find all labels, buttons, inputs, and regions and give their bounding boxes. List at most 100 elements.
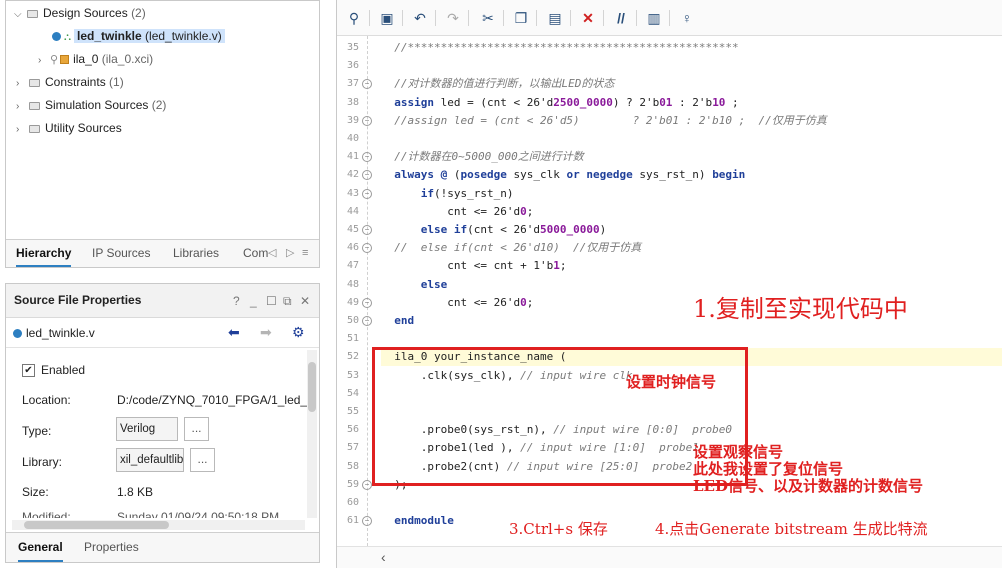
tab-compile-order[interactable]: Com xyxy=(243,240,268,267)
folder-icon xyxy=(27,10,38,18)
paste-icon[interactable]: ▤ xyxy=(545,8,565,28)
tab-properties[interactable]: Properties xyxy=(84,533,139,562)
minimize-icon[interactable]: _ xyxy=(250,294,257,308)
tree-item-constraints[interactable]: › Constraints (1) xyxy=(16,71,124,93)
scroll-left-icon[interactable]: ‹ xyxy=(381,549,386,565)
fold-toggle-icon[interactable]: − xyxy=(362,79,372,90)
code-line[interactable] xyxy=(381,330,1002,348)
tree-item-label: led_twinkle xyxy=(77,29,142,43)
file-name: led_twinkle.v xyxy=(26,326,95,340)
tree-item-label: Constraints xyxy=(45,75,106,89)
tab-scroll-left-icon[interactable]: ◁ xyxy=(268,240,276,267)
horizontal-scrollbar[interactable] xyxy=(12,520,305,530)
top-module-icon: ⛬ xyxy=(64,32,71,43)
copy-icon[interactable]: ❐ xyxy=(511,8,531,28)
code-line[interactable] xyxy=(381,130,1002,148)
fold-toggle-icon[interactable]: − xyxy=(362,225,372,235)
settings-gear-icon[interactable]: ⚙ xyxy=(292,324,305,341)
toggle-comment-icon[interactable]: // xyxy=(611,8,631,28)
type-more-button[interactable]: ... xyxy=(184,417,209,441)
line-number: 35 xyxy=(346,42,359,53)
library-select[interactable]: xil_defaultlib xyxy=(116,448,184,472)
tree-item-utility-sources[interactable]: › Utility Sources xyxy=(16,117,122,139)
tab-hierarchy[interactable]: Hierarchy xyxy=(16,240,72,267)
fold-toggle-icon[interactable]: − xyxy=(362,188,372,199)
code-line[interactable]: else if(cnt < 26'd5000_0000) xyxy=(381,221,1002,239)
fold-toggle-icon[interactable]: − xyxy=(362,115,372,126)
tab-ip-sources[interactable]: IP Sources xyxy=(92,240,150,267)
fold-toggle-icon[interactable]: − xyxy=(362,152,372,163)
columns-icon[interactable]: ▥ xyxy=(644,8,664,28)
help-icon[interactable]: ? xyxy=(233,294,240,308)
tab-menu-icon[interactable]: ≡ xyxy=(302,240,308,267)
vertical-scrollbar[interactable] xyxy=(307,350,317,518)
tree-item-led-twinkle[interactable]: ⛬ led_twinkle (led_twinkle.v) xyxy=(52,25,225,47)
enabled-checkbox[interactable]: ✔ xyxy=(22,364,35,377)
code-line[interactable]: assign led = (cnt < 26'd2500_0000) ? 2'b… xyxy=(381,94,1002,112)
chevron-right-icon[interactable]: › xyxy=(16,119,26,141)
line-number: 51 xyxy=(346,333,359,345)
cut-icon[interactable]: ✂ xyxy=(478,8,498,28)
maximize-icon[interactable]: ☐ xyxy=(266,294,277,308)
code-line[interactable] xyxy=(381,494,1002,512)
chevron-down-icon[interactable]: ⌵ xyxy=(14,4,24,26)
undo-icon[interactable]: ↶ xyxy=(410,8,430,28)
line-number: 56 xyxy=(346,424,359,436)
code-line[interactable]: end xyxy=(381,312,1002,330)
scroll-thumb[interactable] xyxy=(24,521,169,529)
code-line[interactable]: // else if(cnt < 26'd10) //仅用于仿真 xyxy=(381,239,1002,257)
line-number: 39 xyxy=(346,114,359,126)
code-line[interactable]: else xyxy=(381,276,1002,294)
tree-item-design-sources[interactable]: ⌵ Design Sources (2) xyxy=(14,2,146,24)
code-line[interactable]: cnt <= cnt + 1'b1; xyxy=(381,257,1002,275)
tree-item-ila-0[interactable]: › ⚲ ila_0 (ila_0.xci) xyxy=(38,48,153,70)
forward-arrow-icon[interactable]: ➡ xyxy=(260,324,272,341)
chevron-right-icon[interactable]: › xyxy=(16,96,26,118)
fold-toggle-icon[interactable]: − xyxy=(362,316,372,326)
library-more-button[interactable]: ... xyxy=(190,448,215,472)
back-arrow-icon[interactable]: ⬅ xyxy=(228,324,240,341)
editor-horizontal-scrollbar[interactable]: ‹ xyxy=(337,546,1002,568)
properties-tab-bar: General Properties xyxy=(6,532,319,562)
line-number: 53 xyxy=(346,369,359,381)
fold-toggle-icon[interactable]: − xyxy=(362,297,372,308)
tab-scroll-right-icon[interactable]: ▷ xyxy=(286,240,294,267)
float-icon[interactable]: ⧉ xyxy=(283,294,292,309)
annotation-copy: 1.复制至实现代码中 xyxy=(693,295,908,323)
code-line[interactable]: //assign led = (cnt < 26'd5) ? 2'b01 : 2… xyxy=(381,112,1002,130)
close-icon[interactable]: ✕ xyxy=(300,294,310,308)
enabled-label: Enabled xyxy=(41,363,86,377)
code-line[interactable]: //对计数器的值进行判断，以输出LED的状态 xyxy=(381,75,1002,93)
code-line[interactable]: if(!sys_rst_n) xyxy=(381,185,1002,203)
type-select[interactable]: Verilog xyxy=(116,417,178,441)
save-icon[interactable]: ▣ xyxy=(377,8,397,28)
code-line-text: // else if(cnt < 26'd10) //仅用于仿真 xyxy=(394,241,642,255)
code-line-text: endmodule xyxy=(394,514,454,528)
code-line-text: //计数器在0~5000_000之间进行计数 xyxy=(394,150,584,164)
redo-icon[interactable]: ↷ xyxy=(443,8,463,28)
tab-libraries[interactable]: Libraries xyxy=(173,240,219,267)
code-line-text: cnt <= 26'd0; xyxy=(381,295,534,309)
code-line[interactable]: //计数器在0~5000_000之间进行计数 xyxy=(381,148,1002,166)
code-line-text: cnt <= 26'd0; xyxy=(381,204,534,218)
code-line[interactable]: //**************************************… xyxy=(381,39,1002,57)
fold-toggle-icon[interactable]: − xyxy=(362,170,372,181)
chevron-right-icon[interactable]: › xyxy=(38,50,48,72)
search-icon[interactable]: ⚲ xyxy=(344,8,364,28)
code-line[interactable]: cnt <= 26'd0; xyxy=(381,203,1002,221)
code-line[interactable]: cnt <= 26'd0; xyxy=(381,294,1002,312)
code-line[interactable]: always @ (posedge sys_clk or negedge sys… xyxy=(381,166,1002,184)
fold-toggle-icon[interactable]: − xyxy=(362,516,372,527)
tab-general[interactable]: General xyxy=(18,533,63,562)
lightbulb-icon[interactable]: ♀ xyxy=(677,8,697,28)
delete-icon[interactable]: ✕ xyxy=(578,8,598,28)
properties-header: Source File Properties ? _ ☐ ⧉ ✕ xyxy=(6,284,319,318)
scroll-thumb[interactable] xyxy=(308,362,316,412)
fold-toggle-icon[interactable]: − xyxy=(362,479,372,490)
verilog-file-icon xyxy=(13,329,22,338)
modified-label: Modified: xyxy=(22,510,71,518)
chevron-right-icon[interactable]: › xyxy=(16,73,26,95)
fold-toggle-icon[interactable]: − xyxy=(362,243,372,254)
tree-item-simulation-sources[interactable]: › Simulation Sources (2) xyxy=(16,94,166,116)
code-line[interactable] xyxy=(381,57,1002,75)
